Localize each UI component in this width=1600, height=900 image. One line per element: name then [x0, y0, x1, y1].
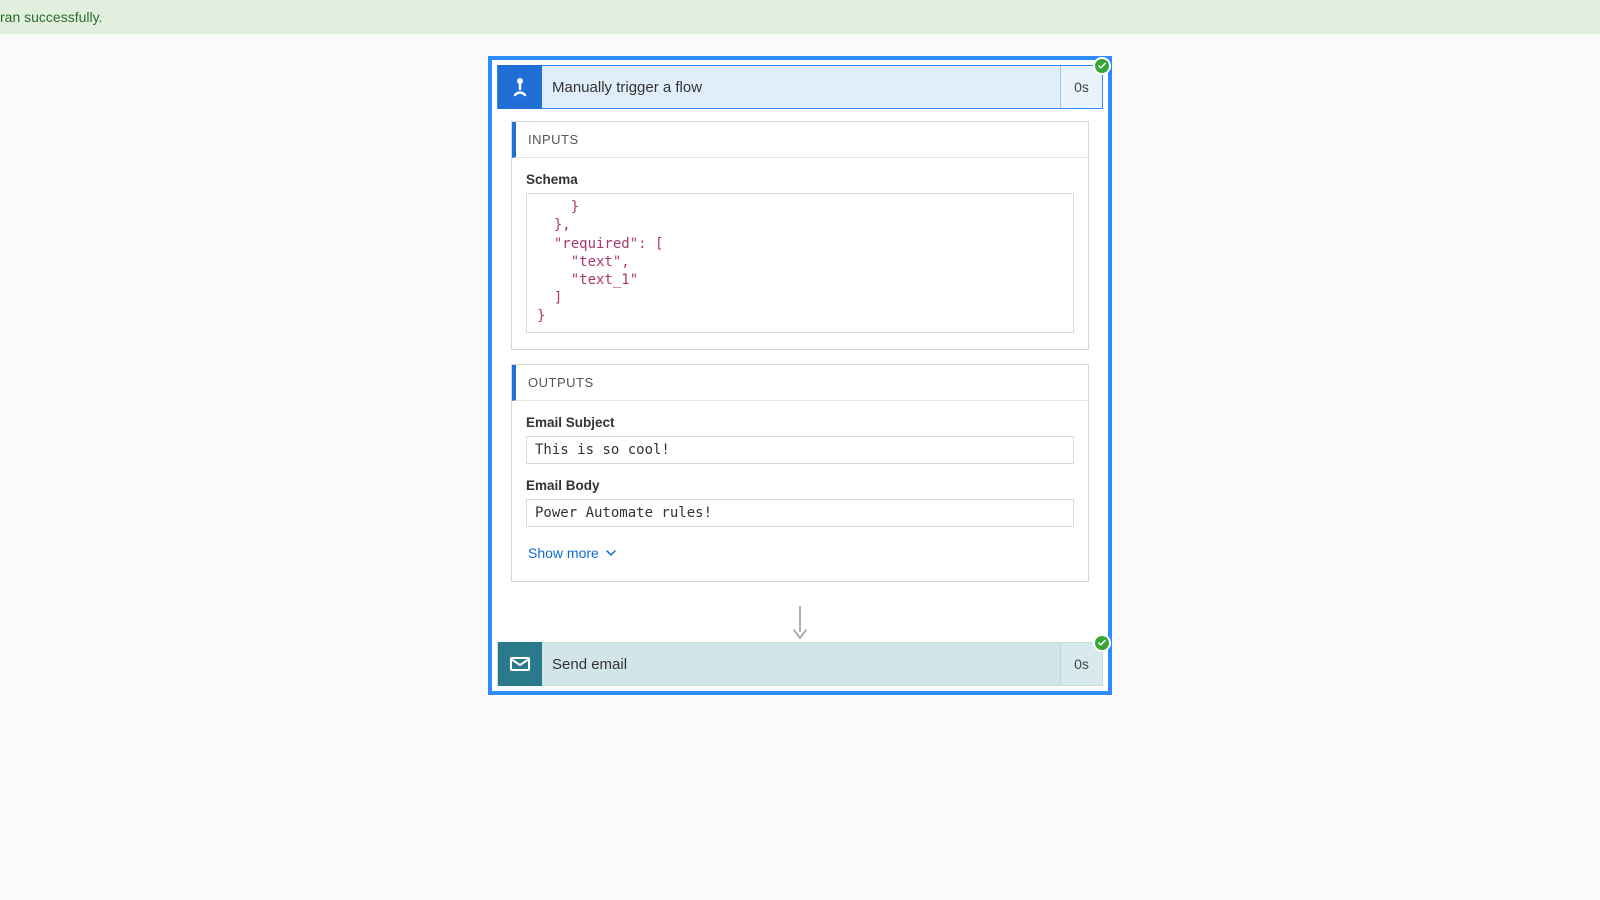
chevron-down-icon — [605, 547, 617, 559]
trigger-title: Manually trigger a flow — [542, 79, 1060, 96]
email-subject-value[interactable]: This is so cool! — [526, 436, 1074, 464]
schema-textarea[interactable]: "x-ms-content-hint": "TEXT" } }, "requir… — [526, 193, 1074, 333]
action-card[interactable]: Send email 0s — [497, 642, 1103, 686]
success-check-icon — [1093, 57, 1111, 75]
flow-connector — [497, 604, 1103, 642]
inputs-block: INPUTS Schema "x-ms-content-hint": "TEXT… — [511, 121, 1089, 350]
show-more-text: Show more — [528, 545, 599, 561]
trigger-details: INPUTS Schema "x-ms-content-hint": "TEXT… — [497, 121, 1103, 604]
action-title: Send email — [542, 656, 1060, 673]
show-more-link[interactable]: Show more — [526, 541, 619, 565]
email-body-value[interactable]: Power Automate rules! — [526, 499, 1074, 527]
mail-icon — [498, 642, 542, 686]
schema-label: Schema — [526, 172, 1074, 187]
success-text: ran successfully. — [0, 9, 102, 25]
outputs-block: OUTPUTS Email Subject This is so cool! E… — [511, 364, 1089, 582]
flow-selected-container: Manually trigger a flow 0s INPUTS Schema… — [488, 56, 1112, 695]
trigger-icon — [498, 65, 542, 109]
trigger-card[interactable]: Manually trigger a flow 0s — [497, 65, 1103, 109]
outputs-header: OUTPUTS — [512, 365, 1088, 401]
email-body-label: Email Body — [526, 478, 1074, 493]
email-subject-label: Email Subject — [526, 415, 1074, 430]
flow-canvas: Manually trigger a flow 0s INPUTS Schema… — [0, 34, 1600, 695]
success-check-icon — [1093, 634, 1111, 652]
success-banner: ran successfully. — [0, 0, 1600, 34]
inputs-header: INPUTS — [512, 122, 1088, 158]
